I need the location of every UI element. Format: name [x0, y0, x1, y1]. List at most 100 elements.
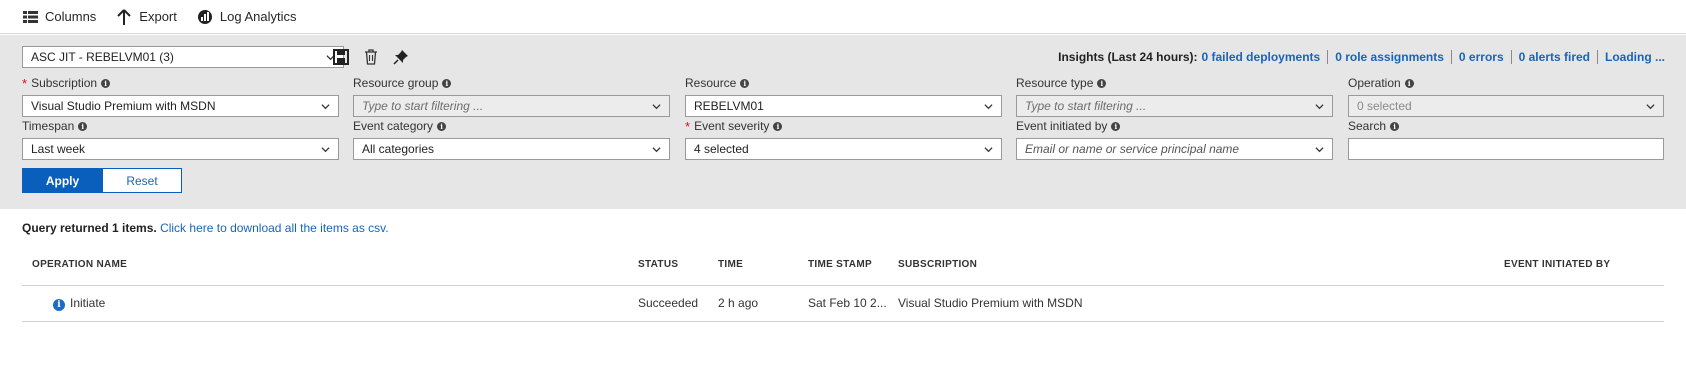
chevron-down-icon [984, 147, 993, 153]
command-bar: Columns Export Log Analytics [0, 0, 1686, 34]
export-button[interactable]: Export [115, 0, 177, 34]
timespan-label-text: Timespan [22, 119, 75, 133]
insights-bar: Insights (Last 24 hours): 0 failed deplo… [1058, 46, 1665, 68]
event-category-select[interactable]: All categories [353, 138, 670, 160]
subscription-label: * Subscription i [22, 75, 111, 91]
divider [1597, 50, 1598, 64]
event-initiated-by-select[interactable]: Email or name or service principal name [1016, 138, 1333, 160]
event-initiated-by-placeholder: Email or name or service principal name [1025, 142, 1240, 156]
row-divider [22, 321, 1664, 322]
columns-label: Columns [45, 9, 97, 24]
export-label: Export [139, 9, 177, 24]
filter-panel: ASC JIT - REBELVM01 (3) Insights (Last 2… [0, 35, 1686, 209]
columns-icon [21, 8, 39, 26]
chevron-down-icon [1315, 104, 1324, 110]
search-label: Search i [1348, 118, 1400, 134]
failed-deployments-link[interactable]: 0 failed deployments [1202, 50, 1321, 64]
download-csv-link[interactable]: Click here to download all the items as … [160, 221, 389, 235]
event-severity-label: * Event severity i [685, 118, 783, 134]
info-icon[interactable]: i [1390, 121, 1400, 131]
event-initiated-by-label-text: Event initiated by [1016, 119, 1108, 133]
column-header-subscription[interactable]: SUBSCRIPTION [898, 259, 977, 270]
column-header-status[interactable]: STATUS [638, 259, 678, 270]
chevron-down-icon [652, 147, 661, 153]
event-severity-select[interactable]: 4 selected [685, 138, 1002, 160]
header-divider [22, 285, 1664, 286]
required-marker: * [22, 75, 28, 91]
row-subscription: Visual Studio Premium with MSDN [898, 296, 1083, 310]
log-analytics-button[interactable]: Log Analytics [196, 0, 297, 34]
search-input[interactable] [1348, 138, 1664, 160]
resource-type-placeholder: Type to start filtering ... [1025, 99, 1147, 113]
resource-label: Resource i [685, 75, 750, 91]
info-icon: i [53, 299, 65, 311]
event-category-label: Event category i [353, 118, 447, 134]
row-operation-name[interactable]: Initiate [70, 296, 105, 310]
apply-button[interactable]: Apply [22, 168, 103, 193]
row-status: Succeeded [638, 296, 699, 310]
errors-link[interactable]: 0 errors [1459, 50, 1504, 64]
timespan-label: Timespan i [22, 118, 88, 134]
resource-type-label: Resource type i [1016, 75, 1107, 91]
required-marker: * [685, 118, 691, 134]
divider [1327, 50, 1329, 64]
info-icon[interactable]: i [1404, 78, 1414, 88]
export-arrow-icon [115, 8, 133, 26]
resource-group-select[interactable]: Type to start filtering ... [353, 95, 670, 117]
column-header-event-initiated-by[interactable]: EVENT INITIATED BY [1504, 259, 1610, 270]
trash-icon[interactable] [360, 46, 382, 68]
log-analytics-label: Log Analytics [219, 9, 297, 24]
row-time: 2 h ago [718, 296, 759, 310]
subscription-label-text: Subscription [31, 76, 98, 90]
query-preset-select[interactable]: ASC JIT - REBELVM01 (3) [22, 46, 344, 68]
chevron-down-icon [984, 104, 993, 110]
event-category-value: All categories [362, 142, 435, 156]
event-severity-label-text: Event severity [694, 119, 770, 133]
operation-label: Operation i [1348, 75, 1414, 91]
info-icon[interactable]: i [1111, 121, 1121, 131]
info-icon[interactable]: i [442, 78, 452, 88]
resource-label-text: Resource [685, 76, 737, 90]
info-icon[interactable]: i [773, 121, 783, 131]
resource-group-placeholder: Type to start filtering ... [362, 99, 484, 113]
info-icon[interactable]: i [740, 78, 750, 88]
save-icon[interactable] [330, 46, 352, 68]
event-category-label-text: Event category [353, 119, 434, 133]
operation-value: 0 selected [1357, 99, 1412, 113]
operation-label-text: Operation [1348, 76, 1401, 90]
subscription-value: Visual Studio Premium with MSDN [31, 99, 216, 113]
alerts-fired-link[interactable]: 0 alerts fired [1519, 50, 1590, 64]
chevron-down-icon [652, 104, 661, 110]
loading-link[interactable]: Loading ... [1605, 50, 1665, 64]
reset-button[interactable]: Reset [102, 168, 182, 193]
query-count-text: Query returned 1 items. [22, 221, 157, 235]
column-header-operation-name[interactable]: OPERATION NAME [32, 259, 127, 270]
resource-value: REBELVM01 [694, 99, 764, 113]
info-icon[interactable]: i [101, 78, 111, 88]
column-header-time[interactable]: TIME [718, 259, 743, 270]
event-initiated-by-label: Event initiated by i [1016, 118, 1121, 134]
insights-title: Insights (Last 24 hours): [1058, 50, 1198, 64]
resource-type-select[interactable]: Type to start filtering ... [1016, 95, 1333, 117]
subscription-select[interactable]: Visual Studio Premium with MSDN [22, 95, 339, 117]
operation-select[interactable]: 0 selected [1348, 95, 1664, 117]
role-assignments-link[interactable]: 0 role assignments [1335, 50, 1444, 64]
resource-group-label-text: Resource group [353, 76, 439, 90]
info-icon[interactable]: i [437, 121, 447, 131]
resource-group-label: Resource group i [353, 75, 452, 91]
resource-select[interactable]: REBELVM01 [685, 95, 1002, 117]
info-icon[interactable]: i [1097, 78, 1107, 88]
resource-type-label-text: Resource type [1016, 76, 1094, 90]
columns-button[interactable]: Columns [21, 0, 96, 34]
column-header-time-stamp[interactable]: TIME STAMP [808, 259, 872, 270]
chevron-down-icon [321, 104, 330, 110]
chevron-down-icon [1315, 147, 1324, 153]
info-icon[interactable]: i [78, 121, 88, 131]
pin-icon[interactable] [390, 46, 412, 68]
query-preset-value: ASC JIT - REBELVM01 (3) [31, 50, 174, 64]
event-severity-value: 4 selected [694, 142, 749, 156]
row-time-stamp: Sat Feb 10 2... [808, 296, 887, 310]
divider [1510, 50, 1512, 64]
timespan-select[interactable]: Last week [22, 138, 339, 160]
query-summary: Query returned 1 items. Click here to do… [22, 221, 389, 235]
